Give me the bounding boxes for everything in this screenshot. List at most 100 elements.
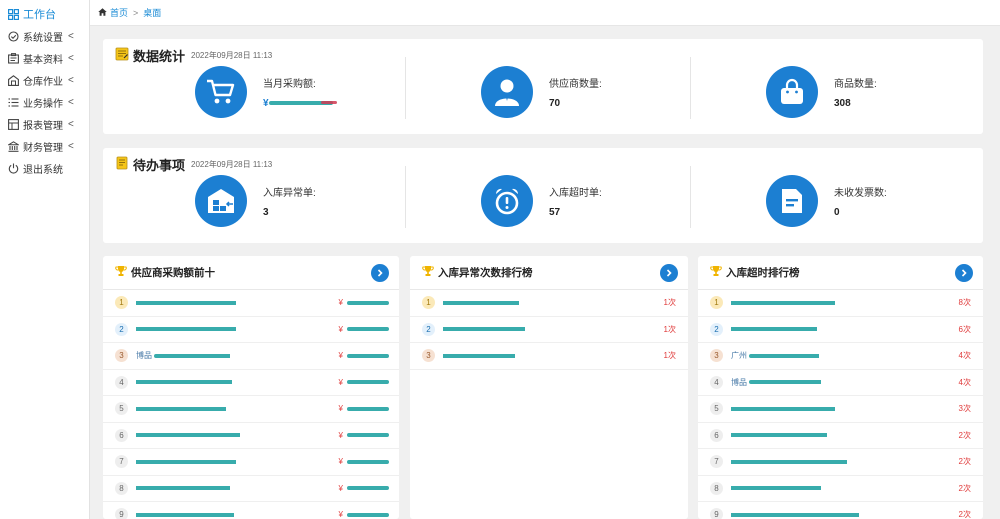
todo-uncollected-invoices[interactable]: 未收发票数: 0	[766, 174, 887, 227]
invoice-icon	[766, 174, 818, 227]
supplier-name[interactable]	[136, 378, 232, 387]
table-row[interactable]: 4 博品 4次	[698, 370, 983, 396]
more-button[interactable]	[660, 264, 678, 282]
grid-icon	[7, 8, 19, 20]
more-button[interactable]	[955, 264, 973, 282]
table-row[interactable]: 7 2次	[698, 449, 983, 476]
timeout-count: 2次	[958, 430, 971, 440]
breadcrumb-home-link[interactable]: 首页	[110, 6, 128, 19]
rank-title: 供应商采购额前十	[131, 267, 215, 279]
rank-number: 3	[710, 349, 723, 363]
stats-panel: 数据统计 2022年09月28日 11:13 当月采购额: ¥ 供应商数量: 7…	[103, 39, 983, 134]
divider	[405, 57, 406, 119]
warehouse-boxes-icon	[195, 174, 247, 227]
trophy-icon	[710, 265, 722, 280]
stats-datetime: 2022年09月28日 11:13	[191, 51, 273, 60]
supplier-name[interactable]	[731, 404, 835, 413]
supplier-name[interactable]: 博品	[136, 350, 230, 361]
supplier-name[interactable]	[136, 298, 236, 307]
table-row[interactable]: 2 ¥	[103, 317, 399, 343]
cart-icon	[195, 65, 247, 118]
sidebar-item-label: 仓库作业	[23, 76, 63, 88]
sidebar-item-warehouse[interactable]: 仓库作业 <	[0, 69, 89, 91]
rank-title: 入库异常次数排行榜	[438, 267, 533, 279]
sidebar-item-basic-data[interactable]: 基本资料 <	[0, 47, 89, 69]
sidebar-item-label: 财务管理	[23, 142, 63, 154]
sidebar-item-business[interactable]: 业务操作 <	[0, 91, 89, 113]
table-row[interactable]: 9 ¥	[103, 502, 399, 519]
supplier-name[interactable]	[443, 298, 519, 307]
todo-datetime: 2022年09月28日 11:13	[191, 160, 273, 169]
sidebar-item-system-settings[interactable]: 系统设置 <	[0, 25, 89, 47]
table-row[interactable]: 3 1次	[410, 343, 688, 370]
table-row[interactable]: 9 2次	[698, 502, 983, 519]
stats-header: 数据统计 2022年09月28日 11:13	[115, 46, 272, 65]
todo-panel: 待办事项 2022年09月28日 11:13 入库异常单: 3 入库超时单: 5…	[103, 148, 983, 243]
breadcrumb-current[interactable]: 桌面	[143, 6, 161, 19]
supplier-name[interactable]	[731, 431, 827, 440]
sidebar-item-label: 退出系统	[23, 164, 63, 176]
table-row[interactable]: 1 1次	[410, 290, 688, 317]
stat-product-count: 商品数量: 308	[766, 65, 877, 118]
supplier-name[interactable]	[136, 431, 240, 440]
todo-value: 3	[263, 206, 269, 218]
table-row[interactable]: 5 3次	[698, 396, 983, 423]
more-button[interactable]	[371, 264, 389, 282]
table-row[interactable]: 7 ¥	[103, 449, 399, 476]
table-row[interactable]: 6 2次	[698, 423, 983, 449]
purchase-amount: ¥	[339, 298, 389, 307]
supplier-name[interactable]	[136, 510, 234, 519]
table-row[interactable]: 4 ¥	[103, 370, 399, 396]
rank-number: 8	[115, 481, 128, 495]
exception-count: 1次	[663, 298, 676, 308]
sidebar-item-finance[interactable]: 财务管理 <	[0, 135, 89, 157]
table-row[interactable]: 2 6次	[698, 317, 983, 343]
rank-header: 供应商采购额前十	[103, 256, 399, 290]
chevron-left-icon: <	[68, 52, 74, 64]
rank-panel-inbound-exceptions: 入库异常次数排行榜 1 1次 2 1次 3 1次	[410, 256, 688, 519]
supplier-name[interactable]	[731, 510, 859, 519]
todo-inbound-timeout[interactable]: 入库超时单: 57	[481, 174, 602, 227]
table-row[interactable]: 2 1次	[410, 317, 688, 343]
supplier-name[interactable]	[731, 325, 817, 334]
supplier-name[interactable]: 广州	[731, 350, 819, 361]
table-row[interactable]: 1 ¥	[103, 290, 399, 317]
stats-title: 数据统计	[133, 49, 186, 64]
todo-label: 未收发票数:	[834, 187, 887, 199]
timeout-count: 2次	[958, 483, 971, 493]
rank-number: 4	[710, 375, 723, 389]
supplier-name[interactable]	[136, 457, 236, 466]
purchase-amount: ¥	[339, 457, 389, 466]
breadcrumb: 首页 > 桌面	[90, 0, 1000, 26]
supplier-name[interactable]	[443, 325, 525, 334]
chevron-left-icon: <	[68, 74, 74, 86]
supplier-name[interactable]	[443, 351, 515, 360]
rank-number: 7	[115, 455, 128, 469]
sidebar-item-logout[interactable]: 退出系统	[0, 157, 89, 179]
table-row[interactable]: 8 2次	[698, 476, 983, 502]
user-icon	[481, 65, 533, 118]
rank-panel-top-suppliers: 供应商采购额前十 1 ¥ 2 ¥ 3 博品 ¥ 4 ¥ 5 ¥ 6 ¥ 7 ¥ 8 ¥ 9 ¥	[103, 256, 399, 519]
supplier-name[interactable]	[731, 484, 821, 493]
todo-inbound-exception[interactable]: 入库异常单: 3	[195, 174, 316, 227]
table-row[interactable]: 1 8次	[698, 290, 983, 317]
sidebar-item-label: 系统设置	[23, 32, 63, 44]
supplier-name[interactable]	[136, 484, 230, 493]
supplier-name[interactable]	[136, 325, 236, 334]
table-row[interactable]: 3 广州 4次	[698, 343, 983, 370]
rank-header: 入库超时排行榜	[698, 256, 983, 290]
table-row[interactable]: 5 ¥	[103, 396, 399, 423]
supplier-name[interactable]	[731, 457, 847, 466]
supplier-name[interactable]	[136, 404, 226, 413]
chevron-left-icon: <	[68, 30, 74, 42]
sidebar-item-reports[interactable]: 报表管理 <	[0, 113, 89, 135]
trophy-icon	[422, 265, 434, 280]
supplier-name[interactable]	[731, 298, 835, 307]
divider	[690, 166, 691, 228]
table-row[interactable]: 6 ¥	[103, 423, 399, 449]
table-row[interactable]: 8 ¥	[103, 476, 399, 502]
purchase-amount: ¥	[339, 510, 389, 519]
supplier-name[interactable]: 博品	[731, 377, 821, 388]
table-row[interactable]: 3 博品 ¥	[103, 343, 399, 370]
sidebar-item-workbench[interactable]: 工作台	[0, 3, 89, 25]
